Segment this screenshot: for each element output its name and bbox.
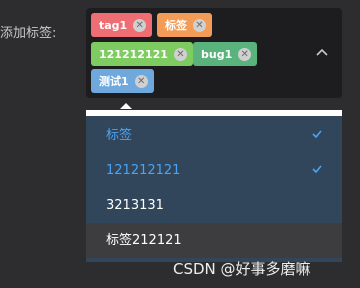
option-label: 标签 — [106, 128, 133, 143]
form-area: 添加标签: tag1 ✕ 标签 ✕ 121212121 ✕ bug1 ✕ 测试1… — [0, 0, 360, 288]
tag-chip: 121212121 ✕ — [91, 42, 193, 66]
tag-label: 测试1 — [99, 75, 129, 88]
close-icon[interactable]: ✕ — [173, 47, 187, 61]
field-label: 添加标签: — [0, 26, 57, 41]
tag-label: 标签 — [165, 19, 187, 32]
tag-chip: bug1 ✕ — [193, 42, 258, 66]
check-icon — [312, 165, 322, 173]
dropdown-option[interactable]: 标签212121 — [86, 223, 342, 258]
tag-label: tag1 — [99, 18, 128, 32]
tag-label: 121212121 — [99, 47, 168, 61]
dropdown-pointer — [120, 103, 132, 109]
dropdown-option[interactable]: 121212121 — [86, 153, 342, 188]
close-icon[interactable]: ✕ — [134, 74, 148, 88]
tag-chip: 标签 ✕ — [157, 13, 212, 37]
chevron-up-icon[interactable] — [316, 48, 328, 58]
watermark: CSDN @好事多磨嘛 — [173, 260, 311, 278]
dropdown-option[interactable]: 3213131 — [86, 188, 342, 223]
tag-label: bug1 — [201, 47, 233, 61]
close-icon[interactable]: ✕ — [133, 18, 147, 32]
option-label: 标签212121 — [106, 233, 182, 248]
option-label: 3213131 — [106, 198, 164, 213]
tag-input-box[interactable]: tag1 ✕ 标签 ✕ 121212121 ✕ bug1 ✕ 测试1 ✕ — [86, 8, 342, 98]
close-icon[interactable]: ✕ — [193, 18, 206, 32]
tag-chip: 测试1 ✕ — [91, 69, 154, 93]
option-label: 121212121 — [106, 163, 181, 178]
check-icon — [312, 130, 322, 138]
close-icon[interactable]: ✕ — [238, 47, 252, 61]
dropdown-menu: 标签 121212121 3213131 标签212121 — [86, 110, 342, 262]
dropdown-option[interactable]: 标签 — [86, 118, 342, 153]
tag-chip: tag1 ✕ — [91, 13, 153, 37]
